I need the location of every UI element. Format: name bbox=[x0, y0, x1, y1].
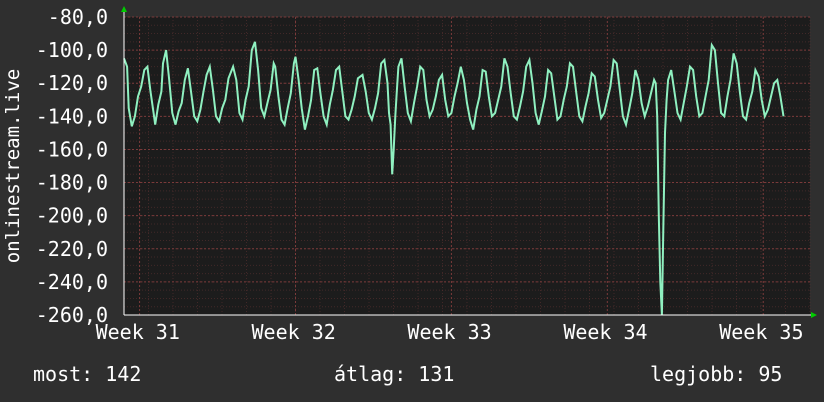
stat-average: átlag: 131 bbox=[334, 362, 454, 386]
x-axis-ticks: Week 31 Week 32 Week 33 Week 34 Week 35 bbox=[96, 320, 804, 344]
y-axis-ticks: -80,0 -100,0 -120,0 -140,0 -160,0 -180,0 -200,… bbox=[36, 5, 108, 327]
y-tick-label: -160,0 bbox=[36, 137, 108, 161]
stat-current-label: most: bbox=[33, 362, 94, 386]
y-tick-label: -220,0 bbox=[36, 237, 108, 261]
y-axis-arrow-icon bbox=[121, 6, 127, 12]
line-chart: -80,0 -100,0 -120,0 -140,0 -160,0 -180,0 -200,… bbox=[2, 5, 817, 344]
stat-current: most: 142 bbox=[33, 362, 141, 386]
x-tick-label: Week 33 bbox=[407, 320, 491, 344]
y-tick-label: -80,0 bbox=[48, 5, 108, 29]
x-tick-label: Week 32 bbox=[252, 320, 336, 344]
stat-average-value: 131 bbox=[418, 362, 455, 386]
stat-best-value: 95 bbox=[758, 362, 783, 386]
y-tick-label: -120,0 bbox=[36, 71, 108, 95]
x-axis-arrow-icon bbox=[811, 312, 817, 318]
y-tick-label: -180,0 bbox=[36, 171, 108, 195]
stat-best-label: legjobb: bbox=[650, 362, 747, 386]
y-tick-label: -140,0 bbox=[36, 104, 108, 128]
chart-stage: -80,0 -100,0 -120,0 -140,0 -160,0 -180,0 -200,… bbox=[0, 0, 824, 402]
y-axis-label: onlinestream.live bbox=[2, 69, 24, 263]
y-tick-label: -200,0 bbox=[36, 204, 108, 228]
x-tick-label: Week 31 bbox=[96, 320, 180, 344]
stat-best: legjobb: 95 bbox=[650, 362, 782, 386]
y-tick-label: -100,0 bbox=[36, 38, 108, 62]
y-tick-label: -240,0 bbox=[36, 270, 108, 294]
stat-average-label: átlag: bbox=[334, 362, 407, 386]
x-tick-label: Week 34 bbox=[563, 320, 647, 344]
x-tick-label: Week 35 bbox=[719, 320, 803, 344]
stat-current-value: 142 bbox=[105, 362, 142, 386]
